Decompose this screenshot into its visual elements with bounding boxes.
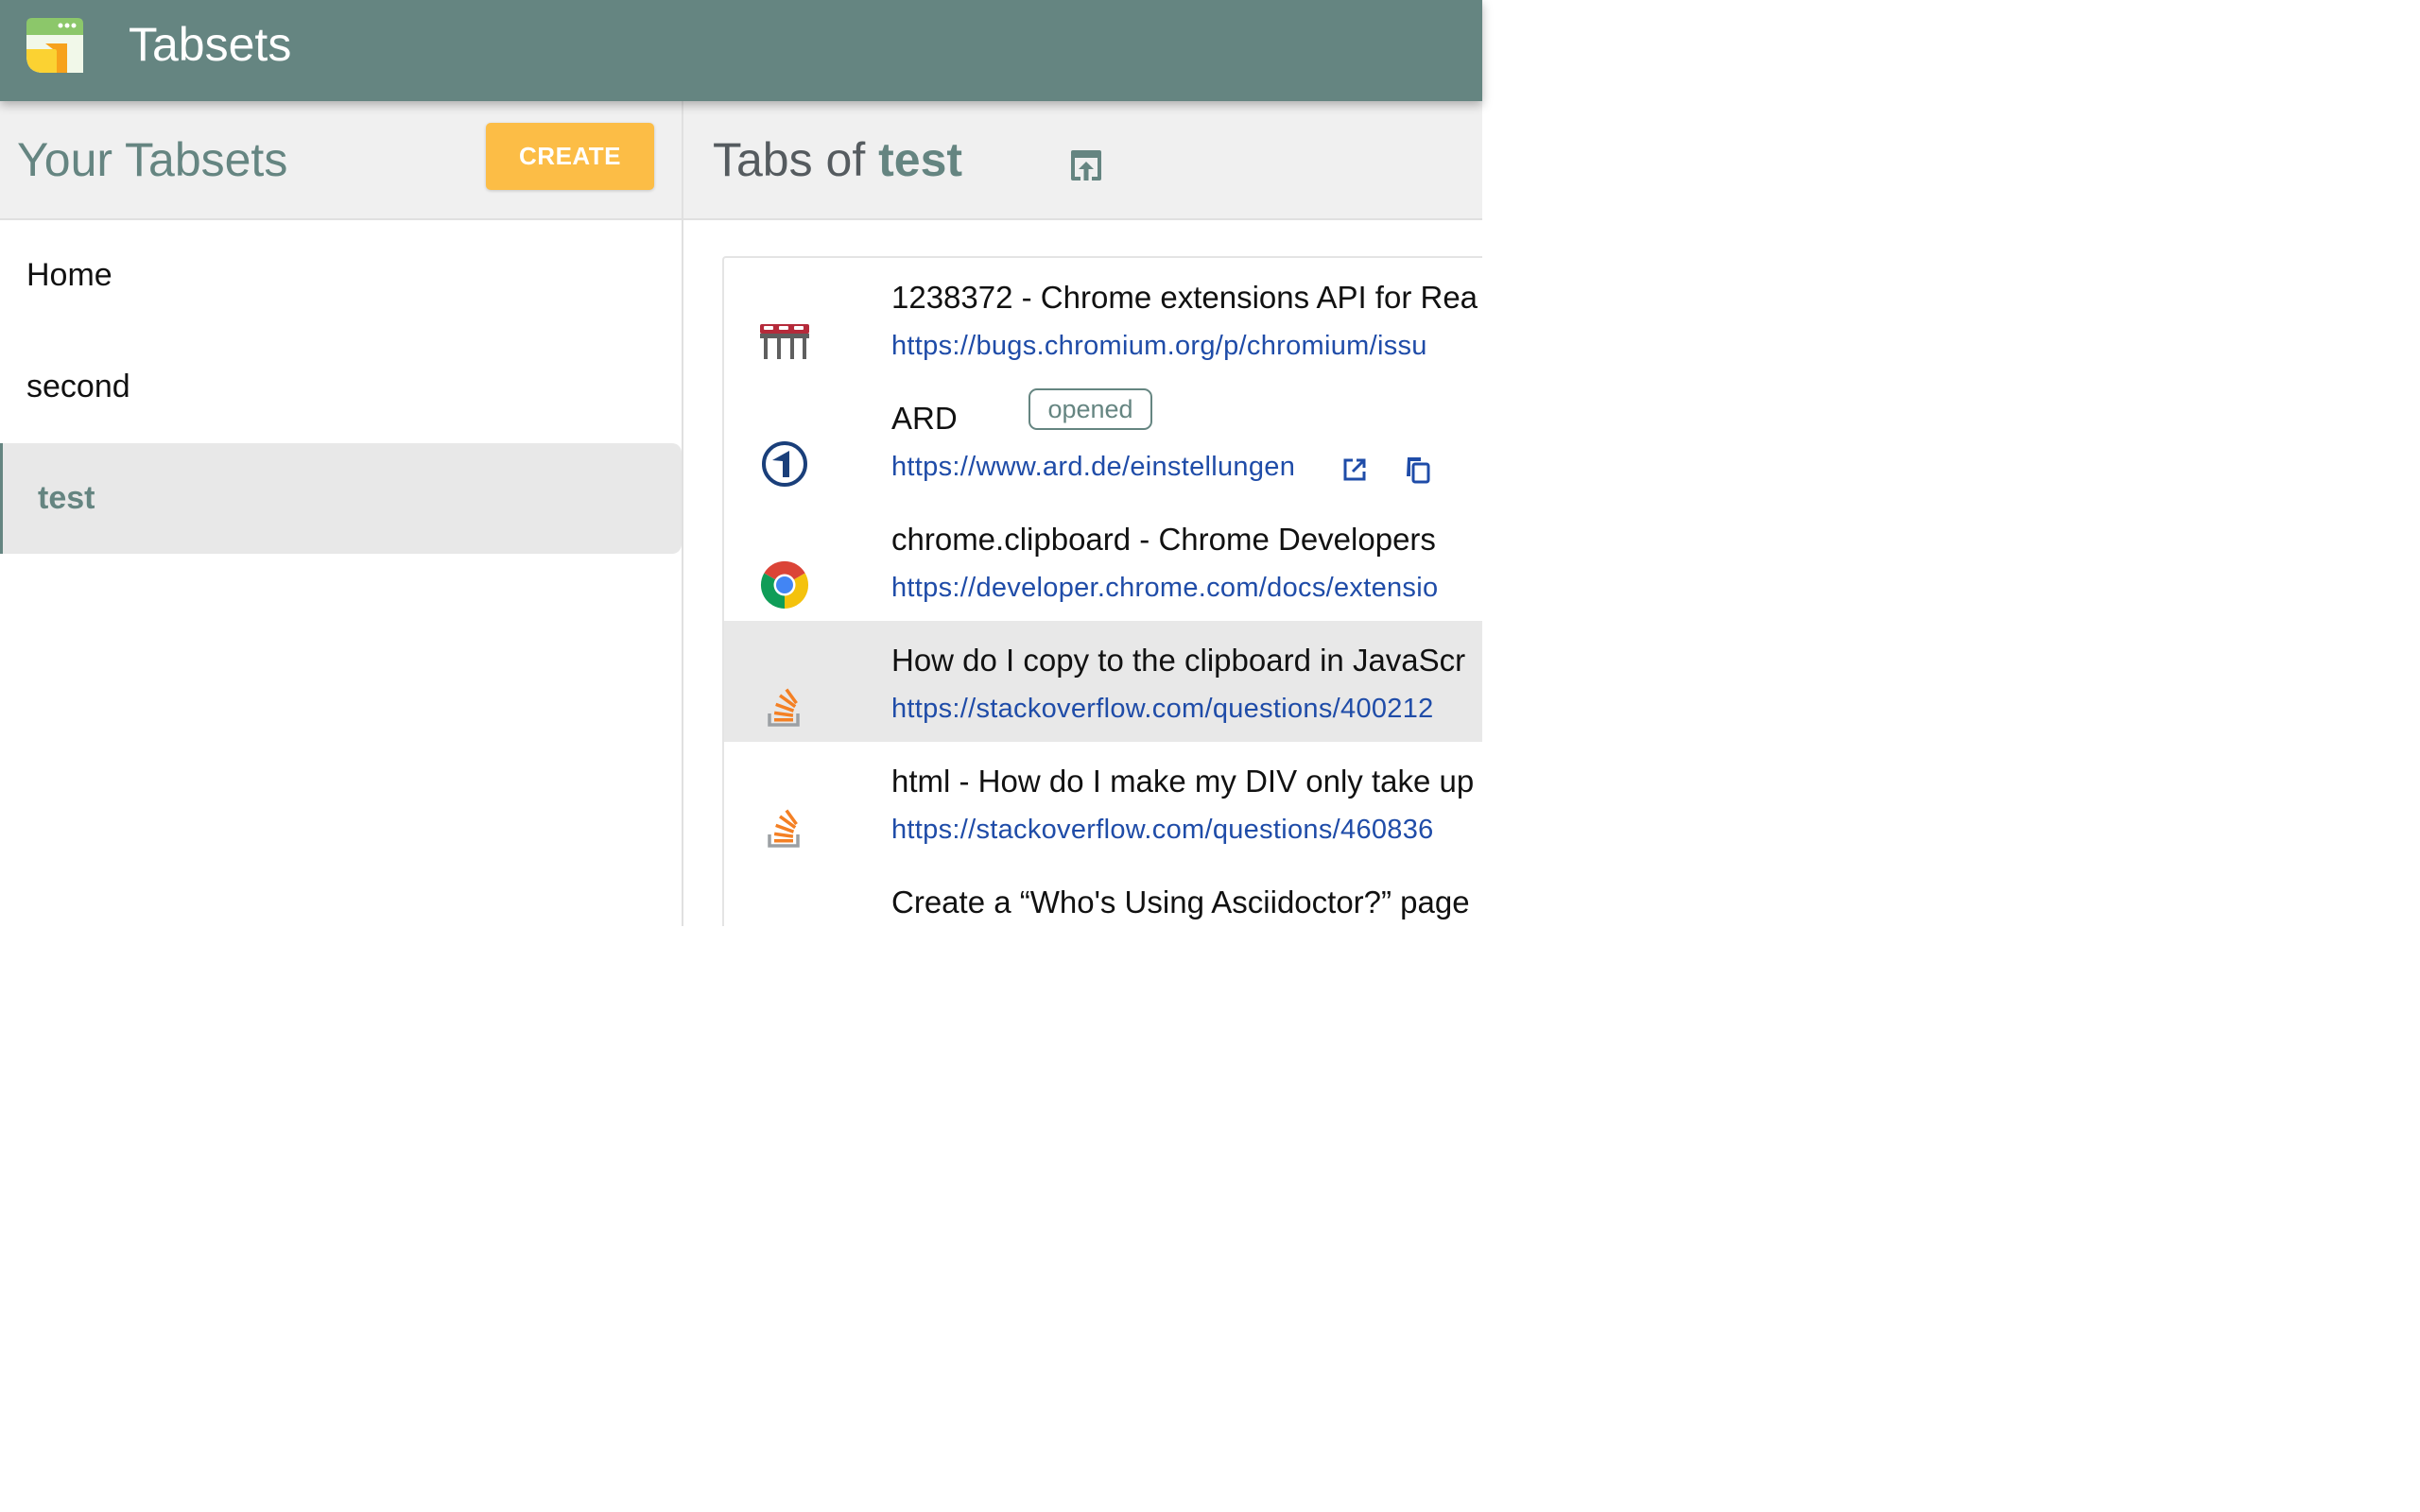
app-bar: Tabsets bbox=[0, 0, 1482, 101]
sidebar-item-home[interactable]: Home bbox=[0, 220, 682, 331]
tabset-detail-panel: Tabs of test 1238372 - Chrome extensions… bbox=[683, 101, 1482, 926]
tab-list: 1238372 - Chrome extensions API for Rea … bbox=[722, 256, 1482, 926]
tab-row[interactable]: 1238372 - Chrome extensions API for Rea … bbox=[724, 258, 1482, 379]
chromium-bugs-icon bbox=[760, 324, 809, 359]
tab-row[interactable]: ARD opened https://www.ard.de/einstellun… bbox=[724, 379, 1482, 500]
chrome-icon bbox=[760, 560, 809, 610]
tab-row[interactable]: Create a “Who's Using Asciidoctor?” page bbox=[724, 863, 1482, 926]
copy-icon[interactable] bbox=[1404, 455, 1430, 484]
ard-icon bbox=[762, 441, 807, 487]
open-in-browser-icon[interactable] bbox=[1067, 146, 1105, 184]
detail-title-tabset-name: test bbox=[878, 133, 963, 186]
sidebar-title: Your Tabsets bbox=[17, 133, 288, 186]
tab-title: 1238372 - Chrome extensions API for Rea bbox=[891, 280, 1478, 315]
tab-row[interactable]: chrome.clipboard - Chrome Developers htt… bbox=[724, 500, 1482, 621]
detail-header: Tabs of test bbox=[683, 101, 1482, 220]
tab-row[interactable]: How do I copy to the clipboard in JavaSc… bbox=[724, 621, 1482, 742]
tabsets-sidebar: Your Tabsets CREATE Home second test bbox=[0, 101, 683, 926]
tab-url-link[interactable]: https://bugs.chromium.org/p/chromium/iss… bbox=[891, 327, 1427, 365]
tab-url-link[interactable]: https://www.ard.de/einstellungen bbox=[891, 448, 1295, 486]
stackoverflow-icon bbox=[768, 809, 800, 848]
stackoverflow-icon bbox=[768, 688, 800, 727]
app-title: Tabsets bbox=[129, 18, 292, 71]
tab-row[interactable]: html - How do I make my DIV only take up… bbox=[724, 742, 1482, 863]
sidebar-item-test[interactable]: test bbox=[0, 443, 682, 554]
sidebar-item-second[interactable]: second bbox=[0, 332, 682, 442]
create-tabset-button[interactable]: CREATE bbox=[486, 123, 654, 190]
open-in-new-icon[interactable] bbox=[1342, 457, 1367, 482]
tab-title: chrome.clipboard - Chrome Developers bbox=[891, 522, 1436, 557]
detail-title: Tabs of test bbox=[713, 129, 962, 190]
opened-badge: opened bbox=[1028, 388, 1152, 430]
tab-url-link[interactable]: https://stackoverflow.com/questions/4608… bbox=[891, 811, 1434, 849]
tab-title: html - How do I make my DIV only take up bbox=[891, 764, 1475, 799]
tab-title: ARD bbox=[891, 401, 958, 436]
tabsets-logo-icon bbox=[26, 18, 83, 73]
tabset-list: Home second test bbox=[0, 220, 682, 555]
tab-url-link[interactable]: https://developer.chrome.com/docs/extens… bbox=[891, 569, 1438, 607]
detail-title-prefix: Tabs of bbox=[713, 133, 866, 186]
sidebar-header: Your Tabsets CREATE bbox=[0, 101, 682, 220]
tab-title: Create a “Who's Using Asciidoctor?” page bbox=[891, 885, 1470, 919]
tab-title: How do I copy to the clipboard in JavaSc… bbox=[891, 643, 1466, 678]
tab-url-link[interactable]: https://stackoverflow.com/questions/4002… bbox=[891, 690, 1434, 728]
